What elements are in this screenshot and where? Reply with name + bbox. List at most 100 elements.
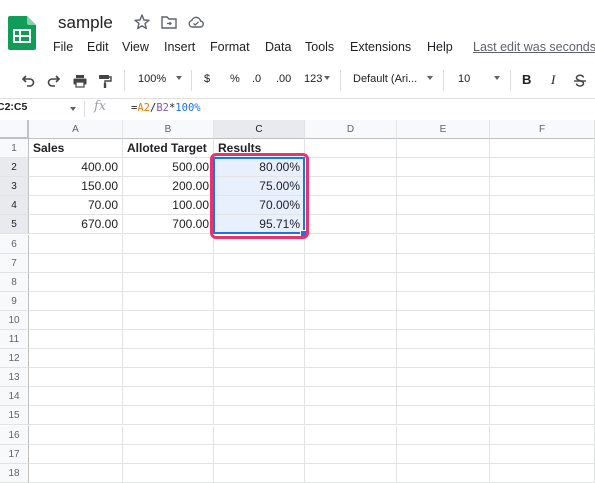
more-formats-dropdown-icon[interactable]: [324, 76, 330, 80]
cell-a6[interactable]: [29, 234, 123, 254]
cell-f1[interactable]: [490, 139, 595, 159]
bold-button[interactable]: B: [522, 72, 531, 87]
cell-d1[interactable]: [305, 139, 397, 159]
cell-a3[interactable]: 150.00: [29, 177, 123, 197]
column-header-b[interactable]: B: [123, 120, 214, 139]
cell-d11[interactable]: [305, 330, 397, 350]
column-header-a[interactable]: A: [29, 120, 123, 139]
cell-c13[interactable]: [214, 368, 305, 388]
redo-icon[interactable]: [46, 73, 62, 89]
font-select[interactable]: Default (Ari...: [353, 73, 417, 85]
cell-e4[interactable]: [397, 196, 490, 216]
menu-extensions[interactable]: Extensions: [350, 40, 411, 54]
cell-a10[interactable]: [29, 310, 123, 330]
cell-e7[interactable]: [397, 253, 490, 273]
cell-d7[interactable]: [305, 253, 397, 273]
column-header-c[interactable]: C: [214, 120, 305, 139]
cell-d17[interactable]: [305, 444, 397, 464]
cell-e15[interactable]: [397, 406, 490, 426]
cell-d14[interactable]: [305, 387, 397, 407]
cell-b6[interactable]: [123, 234, 214, 254]
row-header-10[interactable]: 10: [0, 310, 29, 330]
cell-b15[interactable]: [123, 406, 214, 426]
decrease-decimal-button[interactable]: .0: [252, 73, 261, 85]
cell-c8[interactable]: [214, 272, 305, 292]
cell-e10[interactable]: [397, 310, 490, 330]
row-header-5[interactable]: 5: [0, 215, 29, 235]
cell-a2[interactable]: 400.00: [29, 158, 123, 178]
menu-view[interactable]: View: [122, 40, 149, 54]
document-title[interactable]: sample: [58, 13, 113, 33]
cell-a17[interactable]: [29, 444, 123, 464]
last-edit-link[interactable]: Last edit was seconds: [473, 40, 595, 54]
zoom-select[interactable]: 100%: [138, 73, 166, 85]
cell-f14[interactable]: [490, 387, 595, 407]
cell-f2[interactable]: [490, 158, 595, 178]
cell-f15[interactable]: [490, 406, 595, 426]
row-header-6[interactable]: 6: [0, 234, 29, 254]
cell-d16[interactable]: [305, 425, 397, 445]
row-header-8[interactable]: 8: [0, 272, 29, 292]
cell-d2[interactable]: [305, 158, 397, 178]
cell-e3[interactable]: [397, 177, 490, 197]
cell-b8[interactable]: [123, 272, 214, 292]
cell-a5[interactable]: 670.00: [29, 215, 123, 235]
cell-e13[interactable]: [397, 368, 490, 388]
cell-b16[interactable]: [123, 425, 214, 445]
zoom-dropdown-icon[interactable]: [176, 76, 182, 80]
row-header-12[interactable]: 12: [0, 349, 29, 369]
cell-a9[interactable]: [29, 291, 123, 311]
row-header-1[interactable]: 1: [0, 139, 29, 159]
cell-e2[interactable]: [397, 158, 490, 178]
cell-c7[interactable]: [214, 253, 305, 273]
cell-f12[interactable]: [490, 349, 595, 369]
cell-d12[interactable]: [305, 349, 397, 369]
cell-c9[interactable]: [214, 291, 305, 311]
row-header-18[interactable]: 18: [0, 463, 29, 483]
cell-a14[interactable]: [29, 387, 123, 407]
cell-e16[interactable]: [397, 425, 490, 445]
cell-b1[interactable]: Alloted Target: [123, 139, 214, 159]
currency-format-button[interactable]: $: [204, 73, 210, 85]
increase-decimal-button[interactable]: .00: [276, 73, 291, 85]
cell-f3[interactable]: [490, 177, 595, 197]
name-box-dropdown-icon[interactable]: [70, 107, 76, 111]
cell-c16[interactable]: [214, 425, 305, 445]
row-header-3[interactable]: 3: [0, 177, 29, 197]
row-header-13[interactable]: 13: [0, 368, 29, 388]
cell-d5[interactable]: [305, 215, 397, 235]
cell-e11[interactable]: [397, 330, 490, 350]
cell-a7[interactable]: [29, 253, 123, 273]
cell-f17[interactable]: [490, 444, 595, 464]
font-size-select[interactable]: 10: [458, 73, 470, 85]
cell-c17[interactable]: [214, 444, 305, 464]
cell-f9[interactable]: [490, 291, 595, 311]
menu-edit[interactable]: Edit: [87, 40, 109, 54]
column-header-d[interactable]: D: [305, 120, 397, 139]
cell-f8[interactable]: [490, 272, 595, 292]
cell-b5[interactable]: 700.00: [123, 215, 214, 235]
cell-a12[interactable]: [29, 349, 123, 369]
cell-b18[interactable]: [123, 463, 214, 483]
cell-a1[interactable]: Sales: [29, 139, 123, 159]
font-size-dropdown-icon[interactable]: [494, 76, 500, 80]
cell-b11[interactable]: [123, 330, 214, 350]
cell-c15[interactable]: [214, 406, 305, 426]
menu-file[interactable]: File: [53, 40, 73, 54]
cell-d3[interactable]: [305, 177, 397, 197]
spreadsheet-grid[interactable]: A B C D E F 1 Sales Alloted Target Results 2 400.00…: [0, 120, 595, 483]
star-icon[interactable]: [133, 13, 151, 31]
row-header-11[interactable]: 11: [0, 330, 29, 350]
cell-d8[interactable]: [305, 272, 397, 292]
cell-e12[interactable]: [397, 349, 490, 369]
cell-f4[interactable]: [490, 196, 595, 216]
cell-b12[interactable]: [123, 349, 214, 369]
undo-icon[interactable]: [20, 73, 36, 89]
column-header-f[interactable]: F: [490, 120, 595, 139]
cell-b2[interactable]: 500.00: [123, 158, 214, 178]
cell-d18[interactable]: [305, 463, 397, 483]
row-header-2[interactable]: 2: [0, 158, 29, 178]
print-icon[interactable]: [72, 73, 88, 89]
cell-d6[interactable]: [305, 234, 397, 254]
cell-c12[interactable]: [214, 349, 305, 369]
